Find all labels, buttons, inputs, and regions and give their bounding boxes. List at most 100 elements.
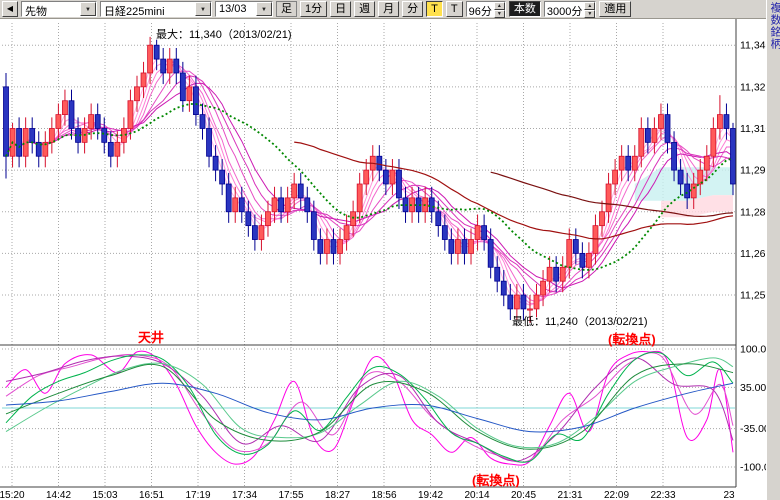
x-axis-label: 17:19 — [185, 490, 210, 500]
candle-body — [30, 128, 35, 142]
candle-body — [108, 142, 113, 156]
x-axis-label: 15:20 — [0, 490, 25, 500]
collapse-left-icon[interactable]: ◀ — [2, 1, 18, 17]
tick-button-active[interactable]: T — [426, 1, 443, 17]
candle-body — [233, 198, 238, 212]
osc-axis-label: -35.00 — [740, 423, 766, 435]
y-axis-price-label: 11,265 — [740, 248, 766, 260]
candle-body — [4, 87, 9, 156]
candle-body — [396, 170, 401, 198]
candle-body — [187, 87, 192, 101]
candle-body — [265, 212, 270, 226]
osc-axis-label: 35.00 — [740, 382, 766, 394]
candle-body — [134, 87, 139, 101]
candle-body — [207, 128, 212, 156]
range-value[interactable]: 3000分 — [545, 2, 584, 16]
candle-body — [495, 267, 500, 281]
candle-body — [292, 184, 297, 198]
candle-body — [338, 240, 343, 254]
candle-body — [49, 128, 54, 142]
candle-body — [534, 295, 539, 309]
y-axis-price-label: 11,295 — [740, 165, 766, 177]
candle-body — [239, 198, 244, 212]
candle-body — [704, 156, 709, 170]
osc-axis-label: -100.00 — [740, 462, 766, 474]
dropdown-arrow-icon[interactable]: ▼ — [80, 2, 96, 16]
y-axis-price-label: 11,280 — [740, 206, 766, 218]
spin-down-icon[interactable]: ▼ — [494, 10, 505, 18]
period-button-1min[interactable]: 1分 — [300, 1, 327, 17]
x-axis-label: 18:27 — [325, 490, 350, 500]
candle-body — [462, 240, 467, 254]
period-button-day[interactable]: 日 — [330, 1, 351, 17]
spin-up-icon[interactable]: ▲ — [494, 2, 505, 10]
candle-body — [279, 198, 284, 212]
y-axis-price-label: 11,310 — [740, 123, 766, 135]
min-price-annotation: 最低：11,240（2013/02/21) — [512, 313, 648, 329]
period-button-month[interactable]: 月 — [378, 1, 399, 17]
bar-period-spinbox[interactable]: 96分 ▲ ▼ — [466, 1, 506, 17]
candle-body — [482, 226, 487, 240]
spin-down-icon[interactable]: ▼ — [584, 10, 595, 18]
symbol-select[interactable]: 日経225mini ▼ — [100, 1, 212, 17]
chart-app-window: ◀ 先物 ▼ 日経225mini ▼ 13/03 ▼ 足 1分 日 週 月 分 … — [0, 0, 780, 500]
candle-body — [305, 198, 310, 212]
contract-month-select[interactable]: 13/03 ▼ — [215, 1, 273, 17]
candle-body — [154, 45, 159, 59]
osc-series-rci-short-2 — [6, 353, 733, 462]
candle-body — [560, 267, 565, 281]
ma-ribbon-line — [6, 59, 733, 304]
apply-button[interactable]: 適用 — [599, 1, 631, 17]
candle-body — [613, 170, 618, 184]
period-button-week[interactable]: 週 — [354, 1, 375, 17]
candle-body — [62, 101, 67, 115]
range-spinbox[interactable]: 3000分 ▲ ▼ — [544, 1, 596, 17]
candle-body — [527, 309, 532, 310]
candle-body — [344, 226, 349, 240]
candle-body — [573, 240, 578, 254]
x-axis-label: 15:03 — [92, 490, 117, 500]
osc-series-rci-mid-1 — [6, 352, 733, 462]
candle-body — [351, 212, 356, 226]
x-axis-label: 21:31 — [557, 490, 582, 500]
candle-body — [436, 212, 441, 226]
ma-ribbon-line — [6, 62, 733, 304]
candle-body — [442, 226, 447, 240]
spin-up-icon[interactable]: ▲ — [584, 2, 595, 10]
candle-body — [285, 198, 290, 212]
multi-symbol-panel-toggle[interactable]: 複数銘柄 — [766, 0, 780, 500]
candle-body — [167, 59, 172, 73]
y-axis-price-label: 11,325 — [740, 81, 766, 93]
price-chart[interactable]: 15:2014:4215:0316:5117:1917:3417:5518:27… — [0, 19, 766, 500]
tick-button[interactable]: T — [446, 1, 463, 17]
candle-body — [193, 87, 198, 115]
candle-body — [632, 156, 637, 170]
candle-body — [639, 128, 644, 156]
candle-body — [226, 184, 231, 212]
candle-body — [521, 295, 526, 309]
bar-period-value[interactable]: 96分 — [467, 2, 494, 16]
candle-body — [377, 156, 382, 170]
candle-body — [95, 115, 100, 129]
candle-body — [619, 156, 624, 170]
candle-body — [580, 253, 585, 267]
candle-body — [593, 226, 598, 254]
period-button-minute[interactable]: 分 — [402, 1, 423, 17]
candle-body — [89, 115, 94, 129]
candle-body — [606, 184, 611, 212]
candle-body — [600, 212, 605, 226]
contract-month-value: 13/03 — [216, 2, 256, 16]
candle-body — [554, 267, 559, 281]
dropdown-arrow-icon[interactable]: ▼ — [195, 2, 211, 16]
candle-body — [711, 128, 716, 156]
x-axis-label: 22:09 — [604, 490, 629, 500]
instrument-type-select[interactable]: 先物 ▼ — [21, 1, 97, 17]
dropdown-arrow-icon[interactable]: ▼ — [256, 2, 272, 16]
candle-body — [324, 240, 329, 254]
candle-body — [102, 128, 107, 142]
candle-body — [658, 115, 663, 129]
y-axis-price-label: 11,340 — [740, 40, 766, 52]
bars-count-button[interactable]: 本数 — [509, 1, 541, 17]
candle-body — [148, 45, 153, 73]
candle-body — [318, 240, 323, 254]
